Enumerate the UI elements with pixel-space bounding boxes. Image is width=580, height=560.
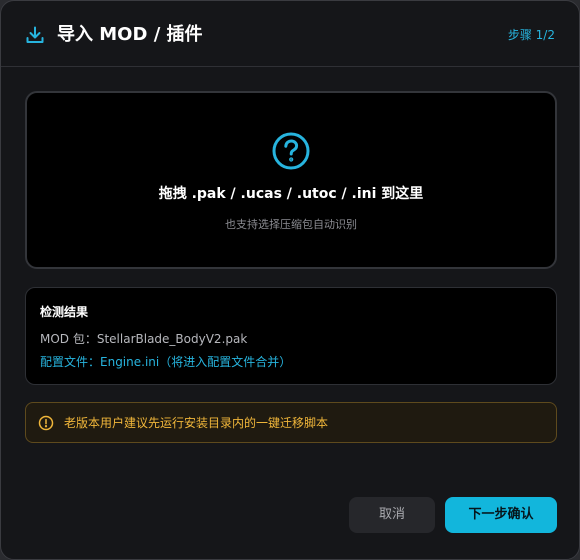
dropzone-title: 拖拽 .pak / .ucas / .utoc / .ini 到这里 (158, 186, 424, 202)
import-mod-dialog: 导入 MOD / 插件 步骤 1/2 拖拽 .pak / .ucas / .ut… (0, 0, 580, 560)
migration-warning: 老版本用户建议先运行安装目录内的一键迁移脚本 (25, 402, 557, 443)
file-dropzone[interactable]: 拖拽 .pak / .ucas / .utoc / .ini 到这里 也支持选择… (25, 91, 557, 269)
info-circle-icon (38, 415, 54, 431)
cancel-button[interactable]: 取消 (349, 497, 435, 533)
next-confirm-button[interactable]: 下一步确认 (445, 497, 557, 533)
result-title: 检测结果 (40, 305, 89, 319)
detection-result-panel: 检测结果 MOD 包：StellarBlade_BodyV2.pak 配置文件：… (25, 287, 557, 385)
download-icon (25, 25, 45, 45)
config-file-line: 配置文件：Engine.ini（将进入配置文件合并） (40, 355, 292, 369)
dialog-header: 导入 MOD / 插件 步骤 1/2 (1, 1, 579, 67)
warning-text: 老版本用户建议先运行安装目录内的一键迁移脚本 (64, 416, 329, 430)
help-circle-icon (271, 131, 311, 171)
dropzone-subtitle: 也支持选择压缩包自动识别 (225, 218, 357, 231)
step-indicator: 步骤 1/2 (507, 28, 555, 42)
mod-package-line: MOD 包：StellarBlade_BodyV2.pak (40, 332, 248, 346)
dialog-title: 导入 MOD / 插件 (57, 24, 203, 45)
